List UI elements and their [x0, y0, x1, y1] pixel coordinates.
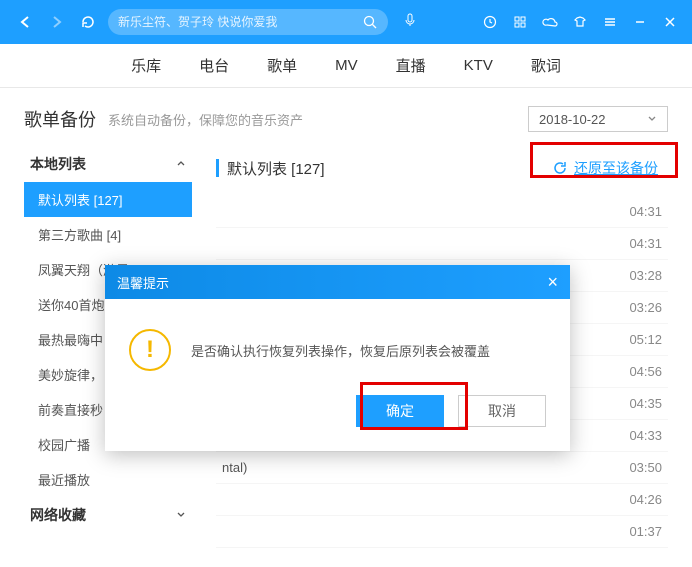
dialog-titlebar: 温馨提示 × — [105, 265, 570, 299]
dialog-title: 温馨提示 — [117, 273, 169, 292]
chevron-down-icon — [647, 114, 657, 124]
minimize-icon[interactable] — [632, 14, 648, 30]
song-duration: 04:26 — [629, 492, 662, 507]
cancel-button[interactable]: 取消 — [458, 395, 546, 427]
sidebar-group-label: 网络收藏 — [30, 505, 86, 525]
tab-library[interactable]: 乐库 — [131, 55, 161, 76]
confirm-dialog: 温馨提示 × ! 是否确认执行恢复列表操作，恢复后原列表会被覆盖 确定 取消 — [105, 265, 570, 451]
chevron-up-icon — [176, 159, 186, 169]
restore-label: 还原至该备份 — [574, 158, 658, 178]
nav-tabs: 乐库 电台 歌单 MV 直播 KTV 歌词 — [0, 44, 692, 88]
date-value: 2018-10-22 — [539, 112, 606, 127]
title-accent-bar — [216, 159, 219, 177]
song-duration: 04:31 — [629, 236, 662, 251]
song-duration: 04:33 — [629, 428, 662, 443]
clock-icon[interactable] — [482, 14, 498, 30]
song-duration: 05:12 — [629, 332, 662, 347]
titlebar-right-icons — [482, 14, 678, 30]
dialog-message: 是否确认执行恢复列表操作，恢复后原列表会被覆盖 — [191, 341, 490, 360]
sidebar-item[interactable]: 最近播放 — [24, 462, 192, 497]
search-icon[interactable] — [362, 14, 378, 30]
song-duration: 04:56 — [629, 364, 662, 379]
date-selector[interactable]: 2018-10-22 — [528, 106, 668, 132]
titlebar — [0, 0, 692, 44]
search-input[interactable] — [118, 15, 362, 29]
sidebar-group-local[interactable]: 本地列表 — [24, 146, 192, 182]
song-duration: 03:28 — [629, 268, 662, 283]
menu-icon[interactable] — [602, 14, 618, 30]
refresh-icon[interactable] — [78, 12, 98, 32]
page-subtitle: 系统自动备份，保障您的音乐资产 — [108, 110, 516, 129]
tab-ktv[interactable]: KTV — [464, 57, 493, 74]
tab-mv[interactable]: MV — [335, 57, 358, 74]
song-duration: 04:35 — [629, 396, 662, 411]
tab-radio[interactable]: 电台 — [199, 55, 229, 76]
page-header: 歌单备份 系统自动备份，保障您的音乐资产 2018-10-22 — [0, 88, 692, 146]
sidebar-item-default[interactable]: 默认列表 [127] — [24, 182, 192, 217]
nav-back-button[interactable] — [14, 11, 36, 33]
search-box[interactable] — [108, 9, 388, 35]
dialog-close-button[interactable]: × — [547, 272, 558, 293]
ok-button[interactable]: 确定 — [356, 395, 444, 427]
tab-playlist[interactable]: 歌单 — [267, 55, 297, 76]
voice-icon[interactable] — [402, 12, 422, 32]
song-duration: 03:50 — [629, 460, 662, 475]
sidebar-group-network[interactable]: 网络收藏 — [24, 497, 192, 533]
chevron-down-icon — [176, 510, 186, 520]
main-list-title: 默认列表 [127] — [227, 158, 325, 179]
skin-icon[interactable] — [572, 14, 588, 30]
song-row[interactable]: 04:26 — [216, 484, 668, 516]
cloud-icon[interactable] — [542, 14, 558, 30]
song-row[interactable]: 04:31 — [216, 228, 668, 260]
close-icon[interactable] — [662, 14, 678, 30]
song-duration: 04:31 — [629, 204, 662, 219]
tab-live[interactable]: 直播 — [396, 55, 426, 76]
nav-forward-button[interactable] — [46, 11, 68, 33]
restore-icon — [552, 160, 568, 176]
song-row[interactable]: ntal)03:50 — [216, 452, 668, 484]
grid-icon[interactable] — [512, 14, 528, 30]
sidebar-group-label: 本地列表 — [30, 154, 86, 174]
song-row[interactable]: 01:37 — [216, 516, 668, 548]
song-row[interactable]: 04:31 — [216, 196, 668, 228]
page-title: 歌单备份 — [24, 106, 96, 132]
sidebar-item[interactable]: 第三方歌曲 [4] — [24, 217, 192, 252]
warning-icon: ! — [129, 329, 171, 371]
song-duration: 03:26 — [629, 300, 662, 315]
restore-backup-link[interactable]: 还原至该备份 — [542, 152, 668, 184]
song-duration: 01:37 — [629, 524, 662, 539]
tab-lyrics[interactable]: 歌词 — [531, 55, 561, 76]
